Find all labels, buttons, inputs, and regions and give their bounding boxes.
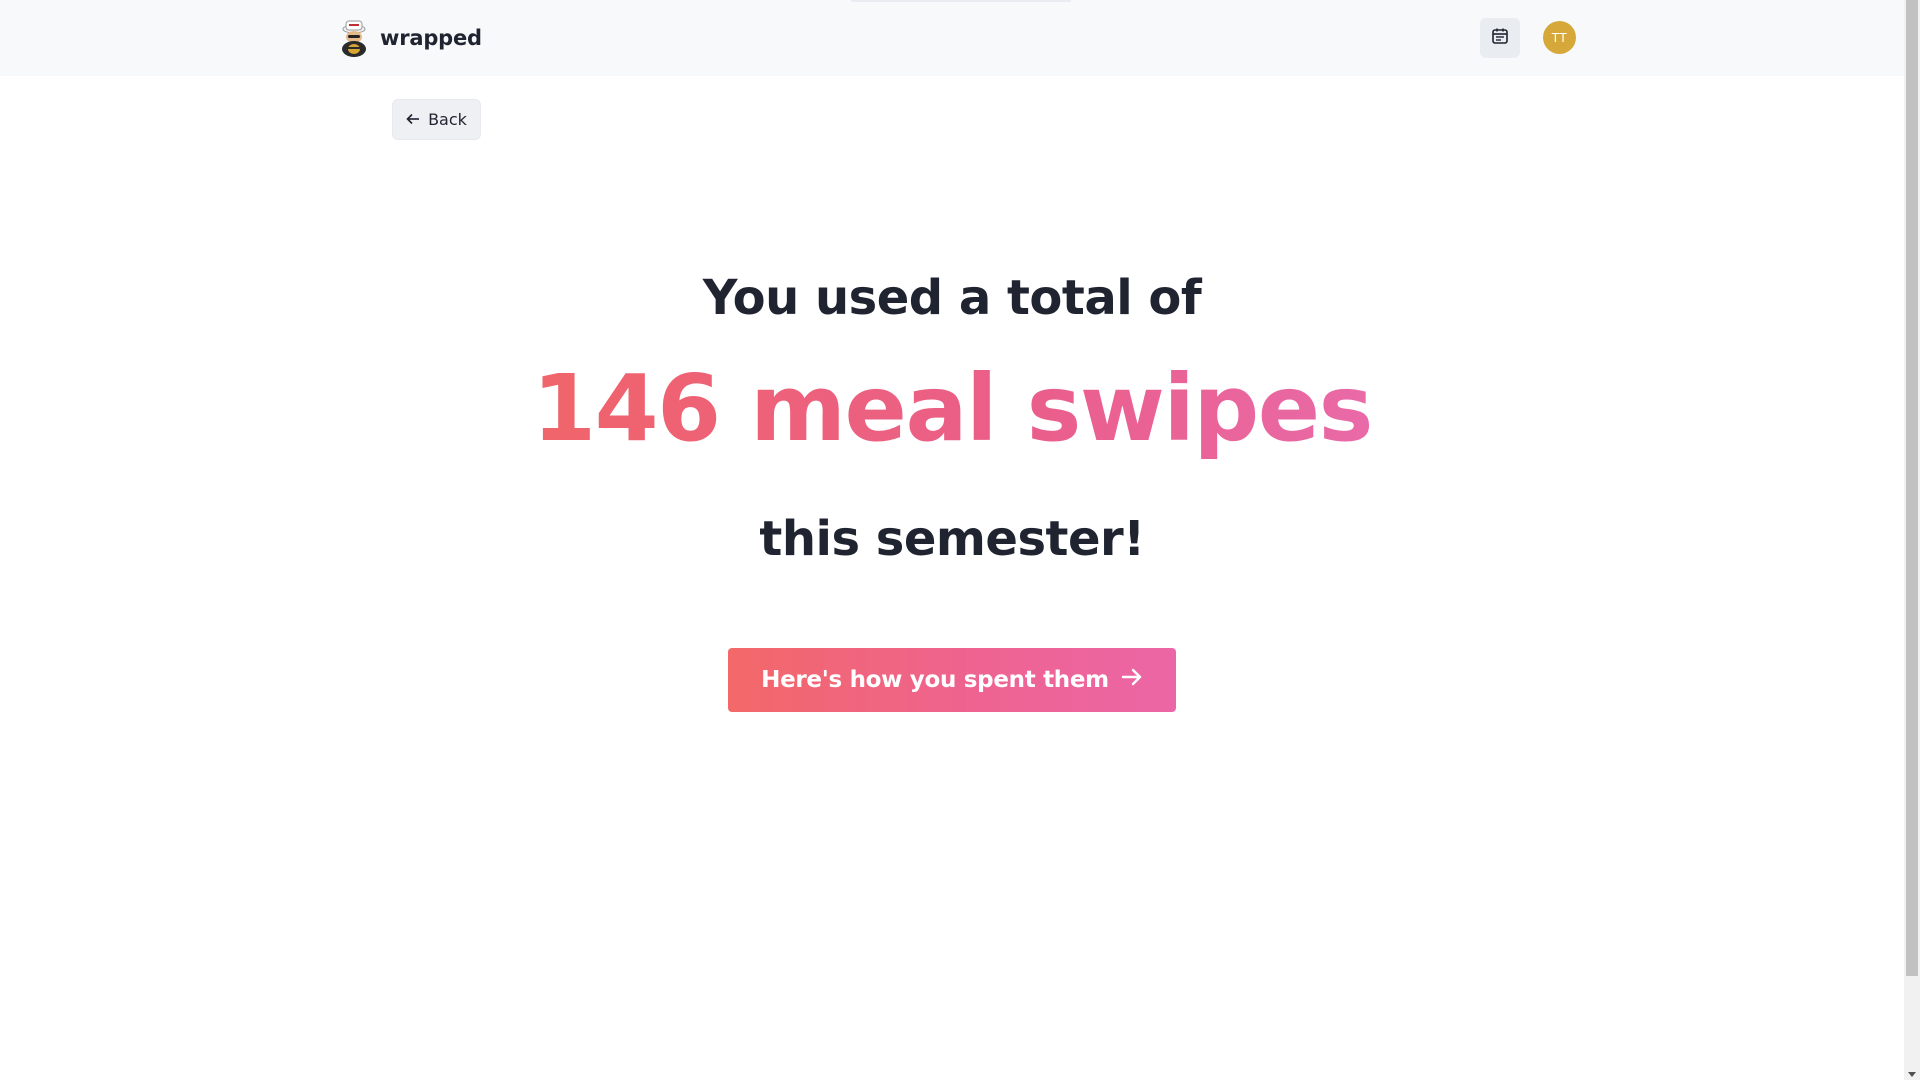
cta-label: Here's how you spent them <box>761 667 1109 693</box>
brand[interactable]: wrapped <box>338 18 482 58</box>
arrow-right-icon <box>1121 667 1143 693</box>
back-button[interactable]: Back <box>392 99 481 140</box>
scroll-down-arrow-icon[interactable] <box>1908 1072 1916 1077</box>
headline-highlight: 146 meal swipes <box>0 358 1904 459</box>
headline-intro: You used a total of <box>702 270 1202 326</box>
top-navbar: wrapped TT <box>0 0 1904 76</box>
arrow-left-icon <box>406 110 420 129</box>
vertical-scrollbar[interactable] <box>1904 0 1920 1080</box>
back-button-label: Back <box>428 110 467 129</box>
headline-outro: this semester! <box>759 511 1145 567</box>
meal-swipes-total: 146 meal swipes <box>532 355 1373 462</box>
calendar-button[interactable] <box>1480 18 1520 58</box>
calendar-icon <box>1491 27 1509 49</box>
user-avatar[interactable]: TT <box>1543 21 1576 54</box>
brand-name: wrapped <box>380 26 482 50</box>
bee-mascot-icon <box>338 19 370 57</box>
scrollbar-thumb[interactable] <box>1906 0 1918 976</box>
topbar-accent <box>851 0 1071 2</box>
see-breakdown-button[interactable]: Here's how you spent them <box>728 648 1176 712</box>
page: wrapped TT Back You used a total of 146 … <box>0 0 1920 1080</box>
